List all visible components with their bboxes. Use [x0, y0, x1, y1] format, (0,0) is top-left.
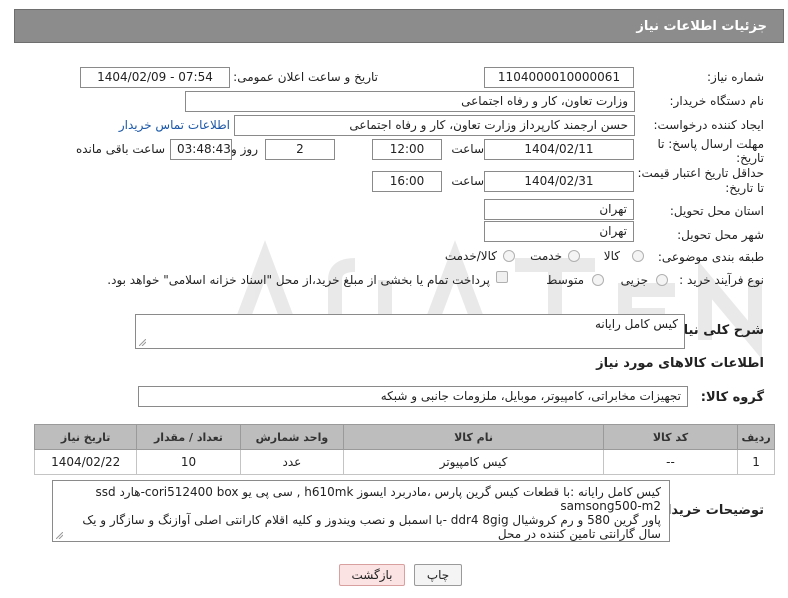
- description-text: کیس کامل رایانه: [594, 317, 678, 331]
- goods-table: ردیف کد کالا نام کالا واحد شمارش تعداد /…: [33, 424, 775, 475]
- purchase-option-medium: متوسط: [546, 273, 584, 287]
- reply-deadline-label-line1: مهلت ارسال پاسخ: تا: [657, 137, 764, 151]
- price-validity-label-line1: حداقل تاریخ اعتبار قیمت:: [637, 166, 764, 180]
- table-row: 1 -- کیس کامپیوتر عدد 10 1404/02/22: [33, 449, 775, 475]
- buyer-notes-line1: کیس کامل رایانه :با قطعات کیس گرین پارس …: [95, 485, 662, 513]
- column-header-unit: واحد شمارش: [239, 424, 345, 450]
- buyer-notes-label: توضیحات خریدار:: [654, 503, 764, 518]
- purchase-option-partial: جزیی: [620, 273, 648, 287]
- purchase-type-label: نوع فرآیند خرید :: [679, 273, 764, 287]
- buyer-contact-link[interactable]: اطلاعات تماس خریدار: [119, 118, 230, 132]
- delivery-city-label: شهر محل تحویل:: [677, 228, 764, 242]
- goods-group-label: گروه کالا:: [700, 390, 764, 405]
- reply-time-field: 12:00: [372, 139, 442, 160]
- category-option-goods-service: کالا/خدمت: [444, 249, 497, 263]
- column-header-date: تاریخ نیاز: [33, 424, 138, 450]
- price-validity-time-label: ساعت: [451, 174, 484, 188]
- goods-table-header: ردیف کد کالا نام کالا واحد شمارش تعداد /…: [33, 424, 775, 450]
- cell-row: 1: [737, 449, 775, 475]
- page-title: جزئیات اطلاعات نیاز: [636, 19, 767, 34]
- reply-deadline-label-line2: تاریخ:: [736, 151, 764, 165]
- reply-days-label: روز و: [231, 142, 258, 156]
- treasury-payment-checkbox[interactable]: [496, 271, 508, 283]
- category-option-goods: کالا: [603, 249, 620, 263]
- buyer-notes-line2: پاور گرین 580 و رم کروشیال ddr4 8gig -با…: [82, 513, 661, 541]
- announce-label: تاریخ و ساعت اعلان عمومی:: [233, 70, 378, 84]
- category-radio-service[interactable]: [568, 250, 580, 262]
- purchase-radio-medium[interactable]: [592, 274, 604, 286]
- creator-label: ایجاد کننده درخواست:: [653, 118, 764, 132]
- column-header-row: ردیف: [737, 424, 775, 450]
- resize-handle-icon: [56, 532, 63, 539]
- category-radio-goods[interactable]: [632, 250, 644, 262]
- purchase-radio-partial[interactable]: [656, 274, 668, 286]
- delivery-city-field: تهران: [484, 221, 634, 242]
- reply-time-label: ساعت: [451, 142, 484, 156]
- category-radio-goods-service[interactable]: [503, 250, 515, 262]
- price-validity-date-field: 1404/02/31: [484, 171, 634, 192]
- delivery-province-field: تهران: [484, 199, 634, 220]
- goods-info-title: اطلاعات کالاهای مورد نیاز: [596, 356, 764, 371]
- cell-qty: 10: [136, 449, 241, 475]
- category-option-service: خدمت: [530, 249, 562, 263]
- page-header: جزئیات اطلاعات نیاز: [14, 9, 784, 43]
- price-validity-label-line2: تا تاریخ:: [725, 181, 764, 195]
- remaining-time-field: 03:48:43: [170, 139, 232, 160]
- buyer-org-label: نام دستگاه خریدار:: [669, 94, 765, 108]
- category-label: طبقه بندی موضوعی:: [657, 250, 764, 264]
- resize-handle-icon: [139, 339, 146, 346]
- remaining-time-label: ساعت باقی مانده: [75, 142, 165, 156]
- cell-unit: عدد: [239, 449, 345, 475]
- announce-field: 1404/02/09 - 07:54: [80, 67, 230, 88]
- reply-days-field: 2: [265, 139, 335, 160]
- cell-name: کیس کامپیوتر: [343, 449, 604, 475]
- column-header-name: نام کالا: [343, 424, 604, 450]
- delivery-province-label: استان محل تحویل:: [669, 204, 764, 218]
- need-number-field: 1104000010000061: [484, 67, 634, 88]
- treasury-payment-note: پرداخت تمام یا بخشی از مبلغ خرید،از محل …: [107, 273, 490, 287]
- cell-code: --: [602, 449, 739, 475]
- description-textarea[interactable]: کیس کامل رایانه: [135, 314, 685, 349]
- back-button[interactable]: بازگشت: [339, 564, 405, 586]
- buyer-org-field: وزارت تعاون، کار و رفاه اجتماعی: [185, 91, 635, 112]
- need-number-label: شماره نیاز:: [707, 70, 764, 84]
- column-header-qty: تعداد / مقدار: [136, 424, 241, 450]
- goods-group-field: تجهیزات مخابراتی، کامپیوتر، موبایل، ملزو…: [138, 386, 688, 407]
- creator-field: حسن ارجمند کارپرداز وزارت تعاون، کار و ر…: [234, 115, 635, 136]
- cell-date: 1404/02/22: [33, 449, 138, 475]
- reply-date-field: 1404/02/11: [484, 139, 634, 160]
- buyer-notes-textarea[interactable]: کیس کامل رایانه :با قطعات کیس گرین پارس …: [52, 480, 670, 542]
- price-validity-time-field: 16:00: [372, 171, 442, 192]
- column-header-code: کد کالا: [602, 424, 739, 450]
- print-button[interactable]: چاپ: [414, 564, 462, 586]
